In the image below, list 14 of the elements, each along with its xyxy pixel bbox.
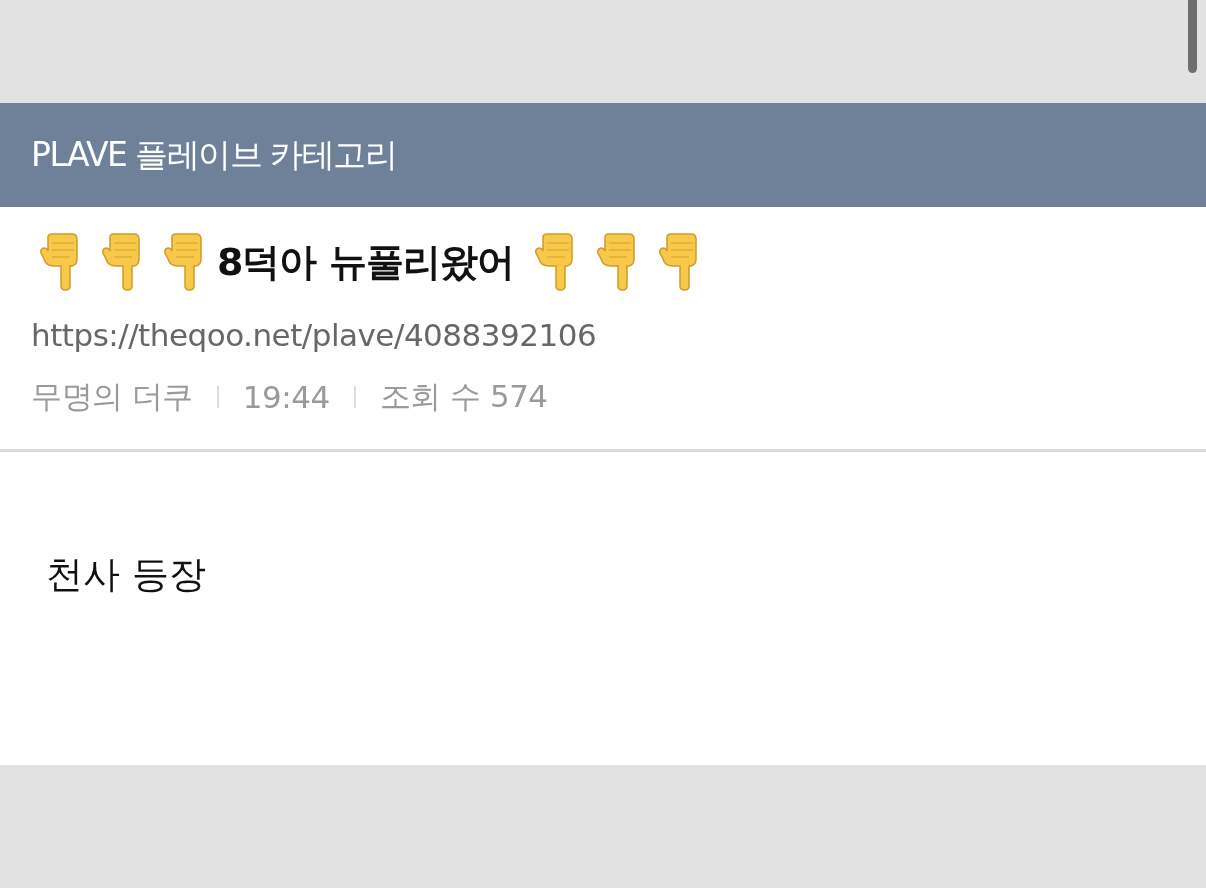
post-url: https://theqoo.net/plave/4088392106 — [31, 316, 597, 355]
pointing-down-hand-icon — [102, 233, 142, 291]
scrollbar-thumb[interactable] — [1188, 0, 1197, 73]
post-time: 19:44 — [242, 379, 330, 415]
pointing-down-hand-icon — [534, 233, 575, 291]
post-body-text: 천사 등장 — [46, 552, 206, 598]
post-title: 8덕아 뉴풀리왔어 — [217, 238, 514, 286]
post-views: 조회 수 574 — [379, 377, 548, 416]
post-author: 무명의 더쿠 — [31, 377, 193, 416]
category-title: PLAVE 플레이브 카테고리 — [31, 133, 397, 176]
pointing-down-hand-icon — [658, 233, 699, 291]
pointing-down-hand-icon — [40, 233, 80, 291]
pointing-down-hand-icon — [596, 233, 637, 291]
pointing-down-hand-icon — [164, 233, 204, 291]
